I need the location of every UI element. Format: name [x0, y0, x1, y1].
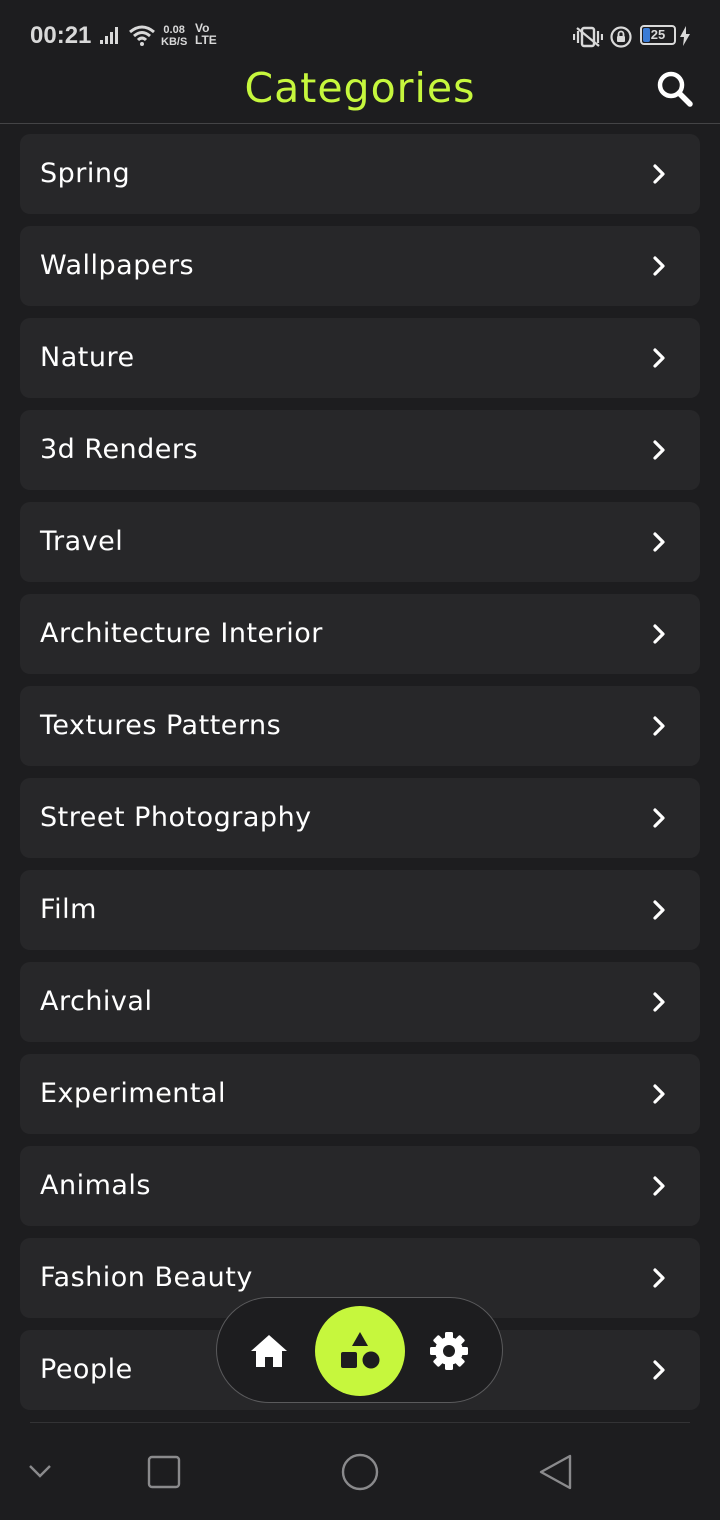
category-item-film[interactable]: Film	[20, 870, 700, 950]
category-label: People	[40, 1354, 133, 1385]
chevron-right-icon	[653, 348, 665, 368]
category-label: Film	[40, 894, 97, 925]
category-item-travel[interactable]: Travel	[20, 502, 700, 582]
category-item-3d-renders[interactable]: 3d Renders	[20, 410, 700, 490]
chevron-down-icon[interactable]	[28, 1463, 52, 1479]
wifi-icon	[129, 25, 155, 46]
chevron-right-icon	[653, 808, 665, 828]
chevron-right-icon	[653, 256, 665, 276]
nav-categories-button[interactable]	[315, 1306, 405, 1396]
bottom-nav	[216, 1297, 503, 1403]
chevron-right-icon	[653, 1176, 665, 1196]
category-item-wallpapers[interactable]: Wallpapers	[20, 226, 700, 306]
battery-level: 25	[650, 27, 666, 42]
status-bar: 00:21 0.08 KB/S Vo LTE 25	[0, 0, 720, 60]
category-label: Spring	[40, 158, 131, 189]
system-nav-bar	[0, 1423, 720, 1520]
network-speed-value: 0.08	[163, 24, 185, 36]
page-title: Categories	[244, 64, 476, 112]
category-item-archival[interactable]: Archival	[20, 962, 700, 1042]
chevron-right-icon	[653, 164, 665, 184]
home-icon	[251, 1335, 287, 1367]
category-label: Fashion Beauty	[40, 1262, 253, 1293]
settings-icon	[430, 1332, 468, 1370]
battery-level-fill	[643, 28, 650, 42]
category-label: 3d Renders	[40, 434, 199, 465]
signal-icon	[100, 27, 118, 44]
category-label: Travel	[40, 526, 124, 557]
category-item-architecture-interior[interactable]: Architecture Interior	[20, 594, 700, 674]
recents-icon[interactable]	[147, 1455, 181, 1489]
category-item-textures-patterns[interactable]: Textures Patterns	[20, 686, 700, 766]
back-icon[interactable]	[537, 1453, 575, 1491]
category-label: Wallpapers	[40, 250, 195, 281]
category-item-experimental[interactable]: Experimental	[20, 1054, 700, 1134]
status-time: 00:21	[30, 22, 92, 49]
category-item-nature[interactable]: Nature	[20, 318, 700, 398]
chevron-right-icon	[653, 900, 665, 920]
category-label: Nature	[40, 342, 135, 373]
chevron-right-icon	[653, 532, 665, 552]
chevron-right-icon	[653, 992, 665, 1012]
shapes-icon	[341, 1332, 380, 1369]
nav-home-button[interactable]	[249, 1331, 289, 1375]
search-button[interactable]	[652, 66, 698, 112]
vibrate-icon	[573, 26, 603, 48]
category-label: Textures Patterns	[40, 710, 282, 741]
network-speed-unit: KB/S	[161, 36, 188, 48]
chevron-right-icon	[653, 1084, 665, 1104]
category-item-spring[interactable]: Spring	[20, 134, 700, 214]
rotation-lock-icon	[610, 26, 632, 48]
chevron-right-icon	[653, 716, 665, 736]
chevron-right-icon	[653, 440, 665, 460]
category-label: Experimental	[40, 1078, 227, 1109]
home-circle-icon[interactable]	[340, 1452, 380, 1492]
chevron-right-icon	[653, 624, 665, 644]
category-item-street-photography[interactable]: Street Photography	[20, 778, 700, 858]
category-label: Animals	[40, 1170, 151, 1201]
chevron-right-icon	[653, 1360, 665, 1380]
network-speed: 0.08 KB/S	[161, 24, 187, 48]
chevron-right-icon	[653, 1268, 665, 1288]
app-header: Categories	[0, 60, 720, 124]
volte-indicator: Vo LTE	[195, 22, 217, 46]
category-list: Spring Wallpapers Nature 3d Renders Trav…	[20, 134, 700, 1422]
category-label: Street Photography	[40, 802, 312, 833]
charging-icon	[680, 26, 690, 46]
category-item-animals[interactable]: Animals	[20, 1146, 700, 1226]
search-icon	[657, 71, 693, 107]
volte-bottom: LTE	[195, 33, 217, 47]
category-label: Archival	[40, 986, 153, 1017]
battery-indicator: 25	[640, 25, 676, 45]
category-label: Architecture Interior	[40, 618, 323, 649]
nav-settings-button[interactable]	[429, 1331, 469, 1375]
